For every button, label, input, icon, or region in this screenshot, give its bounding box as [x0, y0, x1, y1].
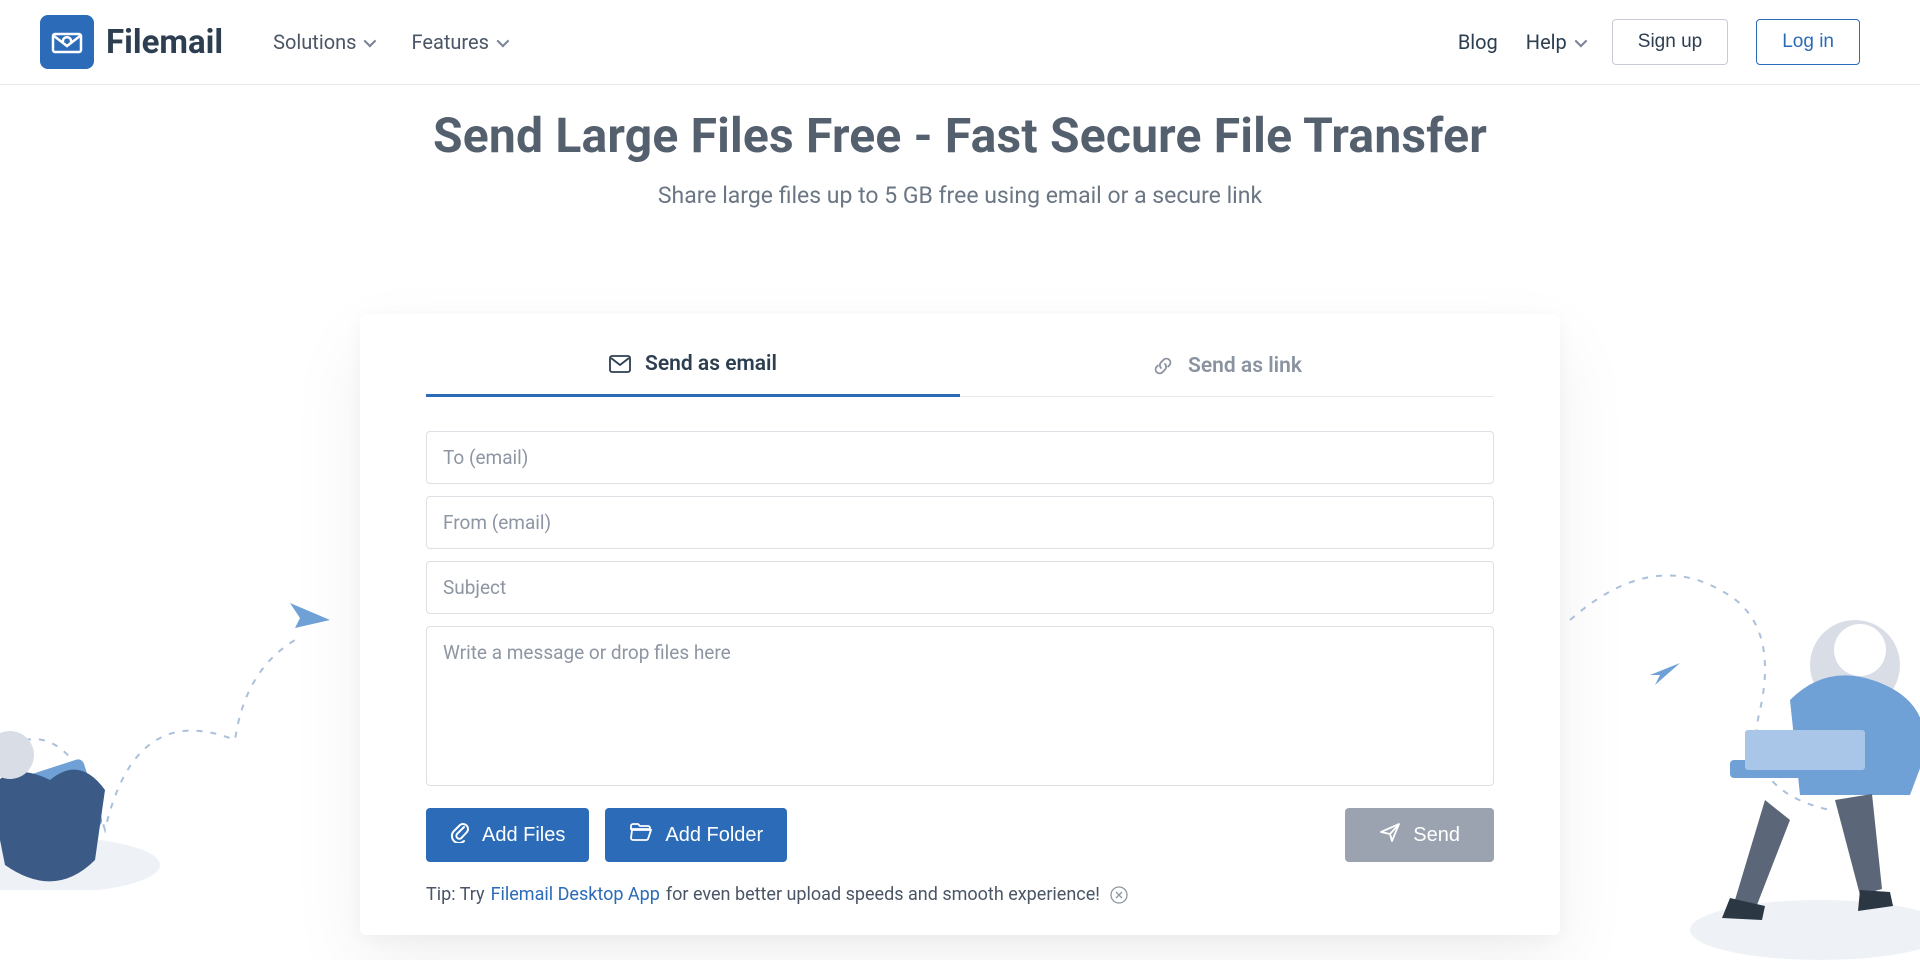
envelope-icon [609, 355, 631, 373]
to-email-input[interactable] [426, 431, 1494, 484]
nav-solutions[interactable]: Solutions [273, 30, 373, 54]
chevron-down-icon [364, 34, 377, 47]
hero-subtitle: Share large files up to 5 GB free using … [0, 182, 1920, 209]
tip-close-button[interactable] [1110, 886, 1128, 904]
tip-prefix: Tip: Try [426, 884, 485, 905]
chevron-down-icon [496, 34, 509, 47]
logo-text: Filemail [106, 23, 223, 62]
nav-help-label: Help [1526, 30, 1567, 54]
add-files-button[interactable]: Add Files [426, 808, 589, 862]
signup-button[interactable]: Sign up [1612, 19, 1728, 65]
subject-input[interactable] [426, 561, 1494, 614]
transfer-card: Send as email Send as link [360, 314, 1560, 935]
add-files-label: Add Files [482, 824, 565, 847]
nav-features-label: Features [411, 30, 488, 54]
hero: Send Large Files Free - Fast Secure File… [0, 85, 1920, 209]
tab-send-email-label: Send as email [645, 352, 777, 376]
logo-icon [40, 15, 94, 69]
chevron-down-icon [1574, 34, 1587, 47]
tip-suffix: for even better upload speeds and smooth… [666, 884, 1100, 905]
card-wrap: Send as email Send as link [0, 314, 1920, 935]
logo[interactable]: Filemail [40, 15, 223, 69]
link-icon [1152, 355, 1174, 377]
tab-send-email[interactable]: Send as email [426, 352, 960, 397]
actions-row: Add Files Add Folder [426, 808, 1494, 862]
tip-link[interactable]: Filemail Desktop App [491, 884, 660, 905]
header: Filemail Solutions Features Blog Help Si… [0, 0, 1920, 85]
send-button[interactable]: Send [1345, 808, 1494, 862]
send-label: Send [1413, 824, 1460, 847]
login-button[interactable]: Log in [1756, 19, 1860, 65]
nav-help[interactable]: Help [1526, 30, 1584, 54]
header-left: Filemail Solutions Features [40, 15, 506, 69]
main-nav: Solutions Features [273, 30, 506, 54]
tabs: Send as email Send as link [426, 352, 1494, 397]
paper-plane-icon [1379, 821, 1401, 849]
folder-open-icon [629, 822, 653, 848]
tab-send-link-label: Send as link [1188, 354, 1302, 378]
add-folder-label: Add Folder [665, 824, 763, 847]
hero-title: Send Large Files Free - Fast Secure File… [0, 107, 1920, 164]
from-email-input[interactable] [426, 496, 1494, 549]
header-right: Blog Help Sign up Log in [1458, 19, 1860, 65]
close-icon [1110, 886, 1128, 904]
actions-left: Add Files Add Folder [426, 808, 787, 862]
nav-features[interactable]: Features [411, 30, 505, 54]
add-folder-button[interactable]: Add Folder [605, 808, 787, 862]
tip-row: Tip: Try Filemail Desktop App for even b… [426, 884, 1494, 905]
message-input[interactable] [426, 626, 1494, 786]
nav-solutions-label: Solutions [273, 30, 356, 54]
tab-send-link[interactable]: Send as link [960, 352, 1494, 397]
nav-blog[interactable]: Blog [1458, 30, 1498, 54]
paperclip-icon [450, 821, 470, 849]
